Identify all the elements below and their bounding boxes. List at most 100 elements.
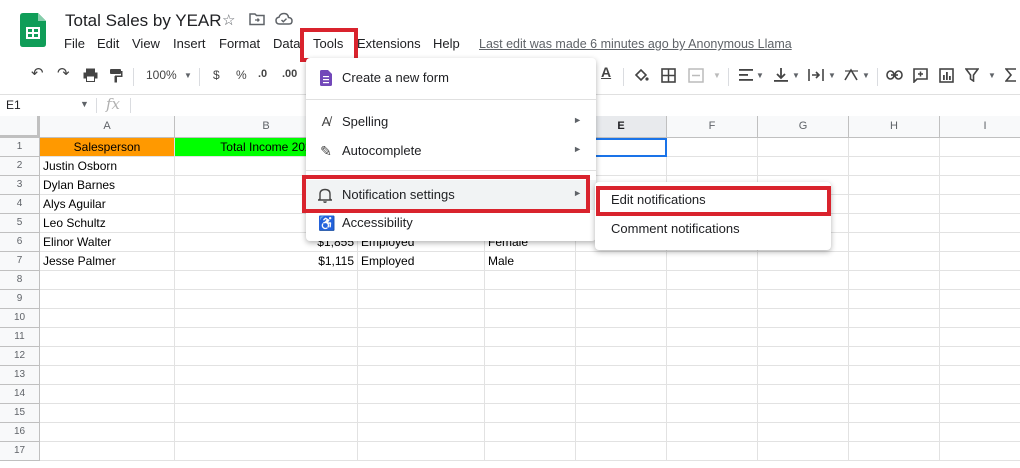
cell-D9[interactable]	[485, 290, 576, 309]
cell-C9[interactable]	[358, 290, 485, 309]
cell-F8[interactable]	[667, 271, 758, 290]
cell-A10[interactable]	[40, 309, 175, 328]
cell-G9[interactable]	[758, 290, 849, 309]
cell-E16[interactable]	[576, 423, 667, 442]
cell-B15[interactable]	[175, 404, 358, 423]
chevron-down-icon[interactable]: ▼	[184, 71, 192, 80]
cell-B13[interactable]	[175, 366, 358, 385]
row-header[interactable]: 7	[0, 252, 40, 271]
cell-A7[interactable]: Jesse Palmer	[40, 252, 175, 271]
row-header[interactable]: 13	[0, 366, 40, 385]
cell-G1[interactable]	[758, 138, 849, 157]
merge-chevron-icon[interactable]: ▼	[713, 71, 721, 80]
cell-A8[interactable]	[40, 271, 175, 290]
row-header[interactable]: 17	[0, 442, 40, 461]
cell-G11[interactable]	[758, 328, 849, 347]
row-header[interactable]: 2	[0, 157, 40, 176]
functions-icon[interactable]	[1005, 68, 1017, 82]
cell-I13[interactable]	[940, 366, 1020, 385]
cell-F11[interactable]	[667, 328, 758, 347]
cell-D11[interactable]	[485, 328, 576, 347]
text-wrapping-icon[interactable]	[808, 68, 824, 82]
cell-C17[interactable]	[358, 442, 485, 461]
menu-insert[interactable]: Insert	[173, 36, 206, 51]
cell-E17[interactable]	[576, 442, 667, 461]
text-color-icon[interactable]: A	[601, 64, 611, 80]
cell-G14[interactable]	[758, 385, 849, 404]
cell-B7[interactable]: $1,115	[175, 252, 358, 271]
row-header[interactable]: 4	[0, 195, 40, 214]
cell-B8[interactable]	[175, 271, 358, 290]
align-chevron-icon[interactable]: ▼	[756, 71, 764, 80]
cell-E8[interactable]	[576, 271, 667, 290]
cell-H5[interactable]	[849, 214, 940, 233]
cell-B11[interactable]	[175, 328, 358, 347]
cell-H4[interactable]	[849, 195, 940, 214]
row-header[interactable]: 12	[0, 347, 40, 366]
cell-D17[interactable]	[485, 442, 576, 461]
cell-A5[interactable]: Leo Schultz	[40, 214, 175, 233]
last-edit-link[interactable]: Last edit was made 6 minutes ago by Anon…	[479, 37, 792, 51]
cell-H14[interactable]	[849, 385, 940, 404]
cell-B14[interactable]	[175, 385, 358, 404]
cell-G15[interactable]	[758, 404, 849, 423]
cell-F14[interactable]	[667, 385, 758, 404]
zoom-select[interactable]: 100%	[146, 68, 177, 82]
cell-E11[interactable]	[576, 328, 667, 347]
row-header[interactable]: 10	[0, 309, 40, 328]
cell-C11[interactable]	[358, 328, 485, 347]
cell-H8[interactable]	[849, 271, 940, 290]
cell-A4[interactable]: Alys Aguilar	[40, 195, 175, 214]
menu-edit[interactable]: Edit	[97, 36, 119, 51]
paint-format-icon[interactable]	[109, 68, 123, 83]
star-icon[interactable]: ☆	[222, 11, 235, 29]
cell-H9[interactable]	[849, 290, 940, 309]
cell-F17[interactable]	[667, 442, 758, 461]
cell-A6[interactable]: Elinor Walter	[40, 233, 175, 252]
cell-E9[interactable]	[576, 290, 667, 309]
cloud-status-icon[interactable]	[275, 12, 293, 26]
row-header[interactable]: 11	[0, 328, 40, 347]
cell-F9[interactable]	[667, 290, 758, 309]
cell-C8[interactable]	[358, 271, 485, 290]
cell-I5[interactable]	[940, 214, 1020, 233]
cell-H16[interactable]	[849, 423, 940, 442]
percent-format-button[interactable]: %	[236, 68, 247, 82]
row-header[interactable]: 6	[0, 233, 40, 252]
cell-F12[interactable]	[667, 347, 758, 366]
borders-icon[interactable]	[661, 68, 676, 83]
cell-B10[interactable]	[175, 309, 358, 328]
decrease-decimal-button[interactable]: .0	[258, 68, 267, 80]
cell-C14[interactable]	[358, 385, 485, 404]
vertical-align-icon[interactable]	[774, 67, 788, 83]
cell-F2[interactable]	[667, 157, 758, 176]
cell-A16[interactable]	[40, 423, 175, 442]
row-header[interactable]: 5	[0, 214, 40, 233]
row-header[interactable]: 16	[0, 423, 40, 442]
row-header[interactable]: 14	[0, 385, 40, 404]
cell-D15[interactable]	[485, 404, 576, 423]
cell-I4[interactable]	[940, 195, 1020, 214]
cell-I11[interactable]	[940, 328, 1020, 347]
cell-E7[interactable]	[576, 252, 667, 271]
row-header[interactable]: 15	[0, 404, 40, 423]
cell-A12[interactable]	[40, 347, 175, 366]
cell-A9[interactable]	[40, 290, 175, 309]
cell-C7[interactable]: Employed	[358, 252, 485, 271]
wrap-chevron-icon[interactable]: ▼	[828, 71, 836, 80]
cell-C15[interactable]	[358, 404, 485, 423]
menu-help[interactable]: Help	[433, 36, 460, 51]
cell-E13[interactable]	[576, 366, 667, 385]
menu-file[interactable]: File	[64, 36, 85, 51]
cell-I16[interactable]	[940, 423, 1020, 442]
cell-A11[interactable]	[40, 328, 175, 347]
horizontal-align-icon[interactable]	[739, 68, 753, 82]
cell-G13[interactable]	[758, 366, 849, 385]
cell-B9[interactable]	[175, 290, 358, 309]
valign-chevron-icon[interactable]: ▼	[792, 71, 800, 80]
row-header[interactable]: 8	[0, 271, 40, 290]
document-title[interactable]: Total Sales by YEAR	[65, 11, 222, 31]
column-header[interactable]: H	[849, 116, 940, 138]
currency-format-button[interactable]: $	[213, 68, 220, 82]
cell-C10[interactable]	[358, 309, 485, 328]
